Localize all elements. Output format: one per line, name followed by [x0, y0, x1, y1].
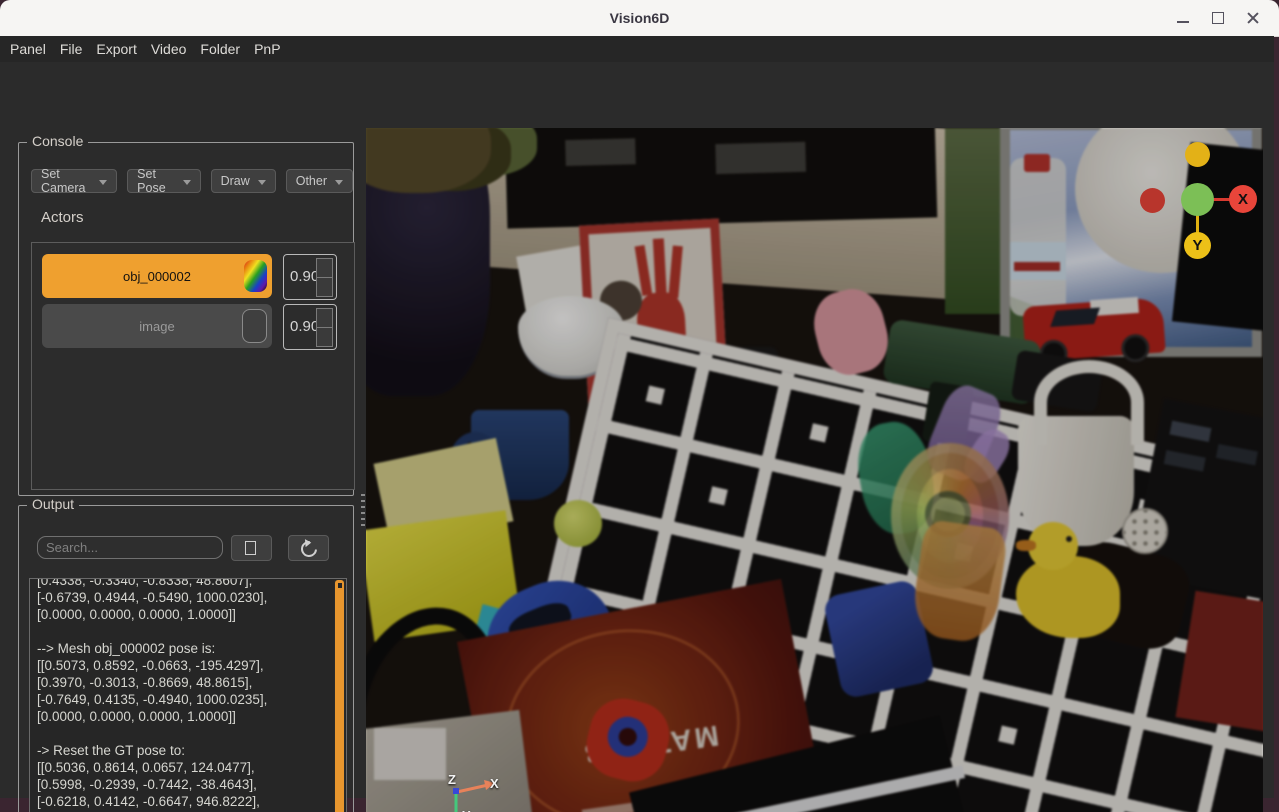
actors-list: obj_000002 0.90 image 0.90 — [31, 242, 355, 490]
refresh-icon — [298, 538, 321, 561]
orientation-axes-widget: Z X Y — [416, 750, 506, 812]
chevron-down-icon — [183, 180, 191, 185]
set-pose-label: Set Pose — [137, 167, 174, 195]
menu-video[interactable]: Video — [144, 36, 194, 62]
log-line: [-0.7649, 0.4135, -0.4940, 1000.0235], — [37, 691, 330, 708]
opacity-value: 0.90 — [290, 255, 319, 299]
output-group-title: Output — [27, 496, 79, 512]
actor-name: obj_000002 — [123, 269, 191, 284]
refresh-button[interactable] — [288, 535, 329, 561]
gizmo-y-handle[interactable]: Y — [1184, 232, 1211, 259]
log-line: [0.0000, 0.0000, 0.0000, 1.0000]] — [37, 606, 330, 623]
scene-viewport[interactable]: MATLAB — [366, 128, 1263, 812]
gizmo-x-handle[interactable]: X — [1229, 185, 1257, 213]
color-swatch-rainbow[interactable] — [244, 260, 267, 292]
gizmo-yellow-ball[interactable] — [1185, 142, 1210, 167]
opacity-spinner-obj-000002[interactable]: 0.90 — [283, 254, 337, 300]
image-dim-overlay — [366, 128, 1263, 812]
gizmo-x-label: X — [1238, 191, 1248, 208]
log-line: [-0.6218, 0.4142, -0.6647, 946.8222], — [37, 793, 330, 810]
console-toolbar: Set Camera Set Pose Draw Other — [31, 169, 353, 193]
log-line: [0.4338, -0.3340, -0.8338, 48.8607], — [37, 578, 330, 589]
chevron-down-icon — [99, 180, 107, 185]
log-line: [-0.6739, 0.4944, -0.5490, 1000.0230], — [37, 589, 330, 606]
gizmo-red-ball[interactable] — [1140, 188, 1165, 213]
color-swatch-empty[interactable] — [242, 309, 267, 343]
search-input[interactable] — [37, 536, 223, 559]
copy-icon — [245, 541, 256, 555]
set-camera-dropdown[interactable]: Set Camera — [31, 169, 117, 193]
actor-item-obj-000002[interactable]: obj_000002 — [42, 254, 272, 298]
menu-panel[interactable]: Panel — [3, 36, 53, 62]
spin-down-icon[interactable] — [316, 327, 333, 347]
log-line: [0.3970, -0.3013, -0.8669, 48.8615], — [37, 674, 330, 691]
maximize-icon[interactable] — [1208, 8, 1228, 28]
menu-export[interactable]: Export — [89, 36, 143, 62]
log-line: [0.0000, 0.0000, 0.0000, 1.0000]] — [37, 708, 330, 725]
spin-up-icon[interactable] — [316, 258, 333, 278]
axis-z-label: Z — [448, 772, 456, 787]
output-log[interactable]: [0.4338, -0.3340, -0.8338, 48.8607], [-0… — [29, 578, 347, 812]
draw-dropdown[interactable]: Draw — [211, 169, 276, 193]
axis-x-label: X — [490, 776, 499, 791]
spin-up-icon[interactable] — [316, 308, 333, 328]
camera-image: MATLAB — [366, 128, 1263, 812]
menubar: Panel File Export Video Folder PnP — [0, 36, 1274, 62]
actor-name: image — [139, 319, 174, 334]
output-scrollbar[interactable] — [334, 580, 345, 812]
log-line — [37, 725, 330, 742]
chevron-down-icon — [335, 180, 343, 185]
axis-y-label: Y — [462, 808, 471, 812]
vision6d-window: Vision6D Panel File Export Video Folder … — [0, 0, 1279, 812]
output-log-text: [0.4338, -0.3340, -0.8338, 48.8607], [-0… — [37, 578, 330, 812]
other-label: Other — [296, 174, 327, 188]
draw-label: Draw — [221, 174, 250, 188]
menu-folder[interactable]: Folder — [193, 36, 247, 62]
menu-file[interactable]: File — [53, 36, 90, 62]
gizmo-center-ball[interactable] — [1181, 183, 1214, 216]
close-icon[interactable] — [1243, 8, 1263, 28]
other-dropdown[interactable]: Other — [286, 169, 353, 193]
log-line: --> Mesh obj_000002 pose is: — [37, 640, 330, 657]
actor-item-image[interactable]: image — [42, 304, 272, 348]
console-group: Console Set Camera Set Pose Draw Other — [18, 142, 354, 496]
log-line — [37, 623, 330, 640]
gizmo-y-label: Y — [1192, 237, 1202, 254]
main-area: Console Set Camera Set Pose Draw Other — [0, 62, 1274, 798]
set-camera-label: Set Camera — [41, 167, 91, 195]
actors-label: Actors — [41, 209, 84, 226]
opacity-value: 0.90 — [290, 305, 319, 349]
window-title: Vision6D — [0, 0, 1279, 36]
panel-splitter-handle[interactable] — [361, 490, 365, 526]
titlebar: Vision6D — [0, 0, 1279, 37]
copy-button[interactable] — [231, 535, 272, 561]
console-group-title: Console — [27, 133, 88, 149]
output-group: Output [0.4338, -0.3340, -0.8338, 48.860… — [18, 505, 354, 812]
scrollbar-thumb[interactable] — [335, 580, 344, 812]
log-line: [[0.5073, 0.8592, -0.0663, -195.4297], — [37, 657, 330, 674]
chevron-down-icon — [258, 180, 266, 185]
log-line: [[0.5036, 0.8614, 0.0657, 124.0477], — [37, 759, 330, 776]
menu-pnp[interactable]: PnP — [247, 36, 287, 62]
log-line: [0.5998, -0.2939, -0.7442, -38.4643], — [37, 776, 330, 793]
minimize-icon[interactable] — [1173, 8, 1193, 28]
spin-down-icon[interactable] — [316, 277, 333, 297]
opacity-spinner-image[interactable]: 0.90 — [283, 304, 337, 350]
set-pose-dropdown[interactable]: Set Pose — [127, 169, 200, 193]
log-line: -> Reset the GT pose to: — [37, 742, 330, 759]
